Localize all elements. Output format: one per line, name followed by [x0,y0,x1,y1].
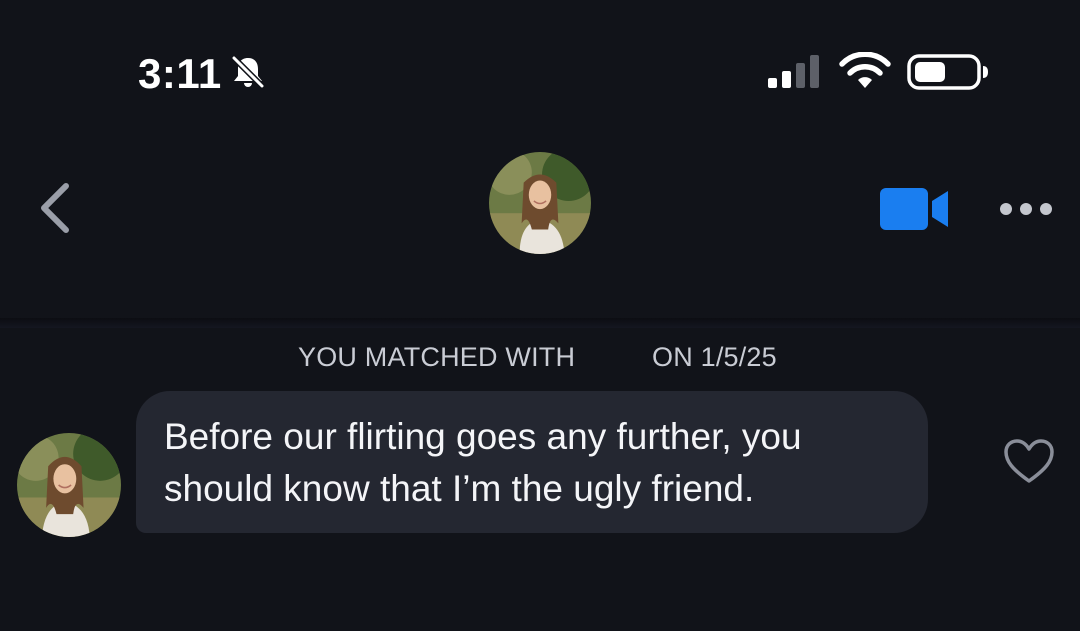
video-camera-icon[interactable] [878,186,952,232]
match-notice-left: YOU MATCHED WITH [298,342,576,372]
message-bubble[interactable]: Before our flirting goes any further, yo… [136,391,928,533]
more-dots-icon[interactable] [996,194,1056,224]
chat-header [0,130,1080,320]
match-notice: YOU MATCHED WITH ON 1/5/25 [0,340,1080,376]
battery-icon [907,54,988,90]
avatar[interactable] [489,152,591,254]
profile-photo [17,433,121,537]
header-divider [0,318,1080,328]
bell-slash-icon [230,54,266,90]
profile-photo [489,152,591,254]
status-time: 3:11 [138,50,222,97]
wifi-icon [839,52,891,88]
signal-icon [768,55,819,88]
heart-icon[interactable] [1002,437,1056,487]
message-text: Before our flirting goes any further, yo… [164,416,802,509]
match-notice-date: ON 1/5/25 [652,342,777,372]
chat-screen: 3:11 YOU MATCHED WITH ON 1/5/25 Before o… [0,0,1080,631]
sender-avatar[interactable] [17,433,121,537]
chevron-left-icon[interactable] [30,178,80,238]
